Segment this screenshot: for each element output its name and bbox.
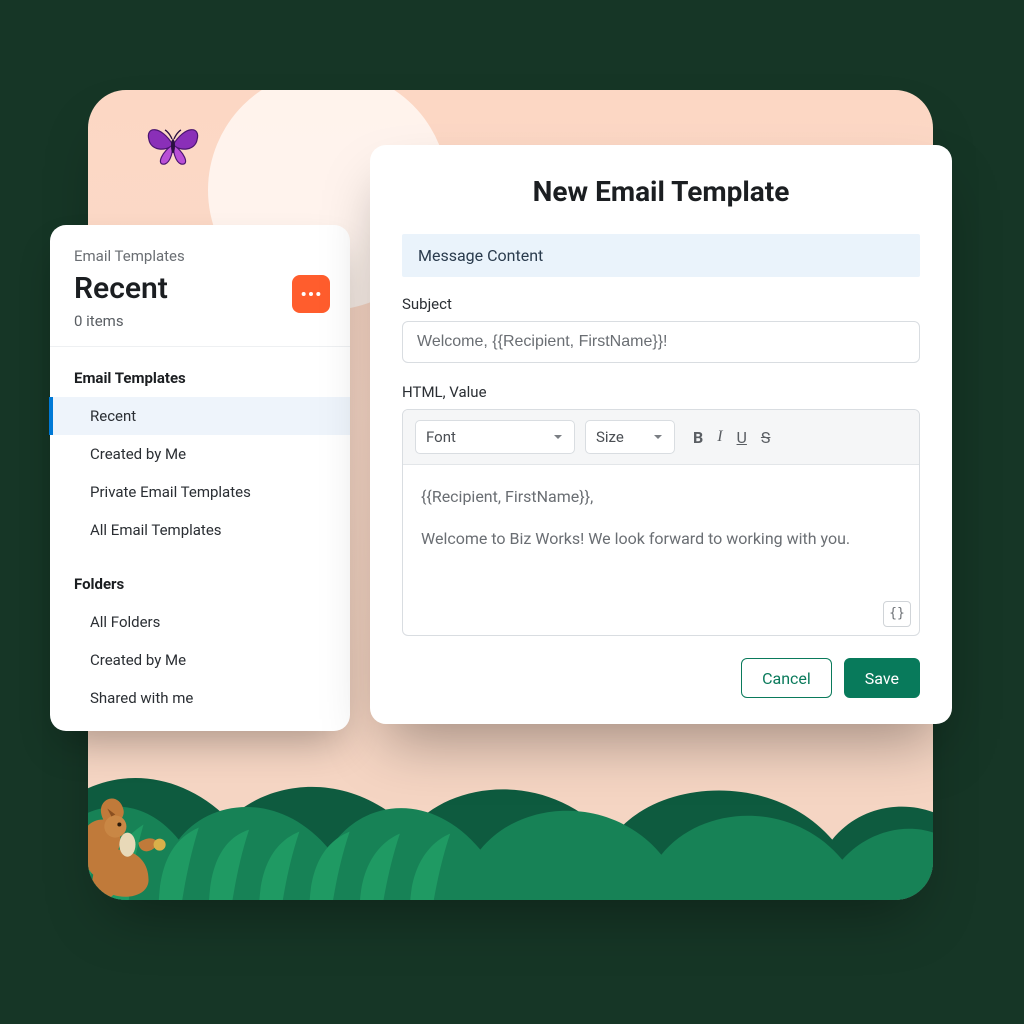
subject-input[interactable] <box>402 321 920 363</box>
size-select-label: Size <box>596 428 624 446</box>
email-templates-sidebar: Email Templates Recent 0 items Email Tem… <box>50 225 350 731</box>
subject-label: Subject <box>402 295 920 313</box>
butterfly-icon <box>143 120 203 170</box>
font-select[interactable]: Font <box>415 420 575 454</box>
cancel-button[interactable]: Cancel <box>741 658 832 698</box>
sidebar-section-templates: Email Templates Recent Created by Me Pri… <box>50 347 350 553</box>
sidebar-item-folders-created-by-me[interactable]: Created by Me <box>50 641 350 679</box>
italic-button[interactable]: I <box>717 428 722 447</box>
more-actions-button[interactable] <box>292 275 330 313</box>
bold-button[interactable]: B <box>693 428 703 447</box>
modal-footer: Cancel Save <box>402 658 920 698</box>
message-content-banner: Message Content <box>402 234 920 277</box>
underline-button[interactable]: U <box>737 428 747 447</box>
sidebar-item-recent[interactable]: Recent <box>50 397 350 435</box>
sidebar-item-private-templates[interactable]: Private Email Templates <box>50 473 350 511</box>
font-select-label: Font <box>426 428 456 446</box>
sidebar-item-count: 0 items <box>74 312 326 330</box>
sidebar-item-shared-with-me[interactable]: Shared with me <box>50 679 350 717</box>
html-value-label: HTML, Value <box>402 383 920 401</box>
sidebar-item-label: Created by Me <box>90 651 186 669</box>
chevron-down-icon <box>552 431 564 443</box>
sidebar-item-label: Private Email Templates <box>90 483 251 501</box>
rte-body[interactable]: {{Recipient, FirstName}}, Welcome to Biz… <box>403 465 919 635</box>
sidebar-item-all-folders[interactable]: All Folders <box>50 603 350 641</box>
sidebar-item-label: Shared with me <box>90 689 193 707</box>
rte-body-line: {{Recipient, FirstName}}, <box>421 485 901 509</box>
sidebar-item-label: All Folders <box>90 613 160 631</box>
strikethrough-button[interactable]: S <box>761 428 771 447</box>
size-select[interactable]: Size <box>585 420 675 454</box>
sidebar-section-folders: Folders All Folders Created by Me Shared… <box>50 553 350 721</box>
more-horizontal-icon <box>300 289 322 299</box>
save-button[interactable]: Save <box>844 658 920 698</box>
modal-title: New Email Template <box>402 175 920 208</box>
chevron-down-icon <box>652 431 664 443</box>
rich-text-editor: Font Size B I U S {{Recipient, FirstName… <box>402 409 920 636</box>
sidebar-section-label: Email Templates <box>50 365 350 397</box>
sidebar-title: Recent <box>74 271 326 306</box>
rte-body-line: Welcome to Biz Works! We look forward to… <box>421 527 901 551</box>
sidebar-item-label: Recent <box>90 407 136 425</box>
sidebar-section-label: Folders <box>50 571 350 603</box>
rte-toolbar: Font Size B I U S <box>403 410 919 465</box>
sidebar-item-label: All Email Templates <box>90 521 222 539</box>
sidebar-item-created-by-me[interactable]: Created by Me <box>50 435 350 473</box>
sidebar-header: Email Templates Recent 0 items <box>50 225 350 347</box>
new-email-template-modal: New Email Template Message Content Subje… <box>370 145 952 724</box>
foliage-graphic <box>88 740 933 900</box>
format-buttons: B I U S <box>693 428 770 447</box>
sidebar-item-label: Created by Me <box>90 445 186 463</box>
sidebar-item-all-templates[interactable]: All Email Templates <box>50 511 350 549</box>
sidebar-breadcrumb: Email Templates <box>74 247 326 265</box>
merge-field-button[interactable]: {} <box>883 601 911 627</box>
